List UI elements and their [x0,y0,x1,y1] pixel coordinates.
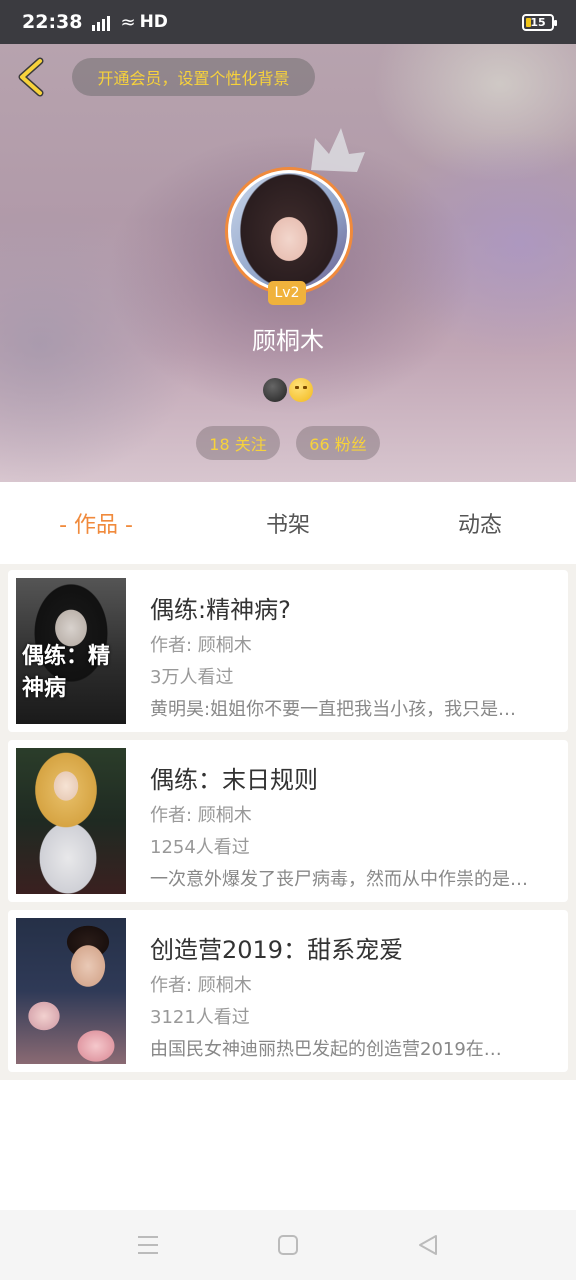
fans-count-button[interactable]: 66 粉丝 [296,426,380,460]
tab-activity[interactable]: 动态 [384,482,576,564]
vip-background-button[interactable]: 开通会员，设置个性化背景 [72,58,315,96]
status-time: 22:38 [22,11,83,33]
battery-level: 15 [530,15,546,29]
book-author: 作者: 顾桐木 [150,805,252,826]
user-badges [263,378,313,402]
book-description: 一次意外爆发了丧尸病毒，然而从中作祟的是… [150,869,528,890]
book-title: 偶练：末日规则 [150,766,318,794]
avatar-image [231,173,347,289]
book-info: 偶练：末日规则 作者: 顾桐木 1254人看过 一次意外爆发了丧尸病毒，然而从中… [150,748,560,894]
system-nav-bar [0,1210,576,1280]
avatar[interactable] [225,167,353,295]
book-views: 1254人看过 [150,837,250,858]
book-description: 由国民女神迪丽热巴发起的创造营2019在… [150,1039,502,1060]
level-badge: Lv2 [268,281,306,305]
tab-bookshelf[interactable]: 书架 [192,482,384,564]
book-cover [16,748,126,894]
back-triangle-icon [419,1235,437,1255]
status-bar: 22:38 ≈ HD 15 [0,0,576,44]
username: 顾桐木 [252,327,324,355]
book-title: 偶练:精神病? [150,596,291,624]
list-item[interactable]: 创造营2019：甜系宠爱 作者: 顾桐木 3121人看过 由国民女神迪丽热巴发起… [8,910,568,1072]
book-cover [16,918,126,1064]
menu-nav-button[interactable] [128,1225,168,1265]
book-views: 3万人看过 [150,667,234,688]
chevron-left-icon [18,57,44,97]
list-item[interactable]: 偶练：精神病 偶练:精神病? 作者: 顾桐木 3万人看过 黄明昊:姐姐你不要一直… [8,570,568,732]
menu-icon [138,1236,158,1254]
cover-title: 偶练：精神病 [22,644,111,701]
back-button[interactable] [14,57,48,97]
list-item[interactable]: 偶练：末日规则 作者: 顾桐木 1254人看过 一次意外爆发了丧尸病毒，然而从中… [8,740,568,902]
hd-label: HD [139,12,168,32]
home-nav-button[interactable] [268,1225,308,1265]
book-cover: 偶练：精神病 [16,578,126,724]
profile-header: 开通会员，设置个性化背景 Lv2 顾桐木 18 关注 66 粉丝 [0,44,576,482]
battery-icon: 15 [522,13,557,31]
works-list: 偶练：精神病 偶练:精神病? 作者: 顾桐木 3万人看过 黄明昊:姐姐你不要一直… [0,564,576,1080]
home-square-icon [278,1235,298,1255]
smile-face-icon [289,378,313,402]
profile-tabs: - 作品 - 书架 动态 [0,482,576,564]
book-title: 创造营2019：甜系宠爱 [150,936,404,964]
book-author: 作者: 顾桐木 [150,975,252,996]
following-count-button[interactable]: 18 关注 [196,426,280,460]
book-info: 创造营2019：甜系宠爱 作者: 顾桐木 3121人看过 由国民女神迪丽热巴发起… [150,918,560,1064]
signal-icon [92,13,111,31]
book-info: 偶练:精神病? 作者: 顾桐木 3万人看过 黄明昊:姐姐你不要一直把我当小孩，我… [150,578,560,724]
back-nav-button[interactable] [408,1225,448,1265]
book-views: 3121人看过 [150,1007,250,1028]
book-description: 黄明昊:姐姐你不要一直把我当小孩，我只是… [150,699,517,720]
wifi-icon: ≈ [120,11,136,33]
tab-works[interactable]: - 作品 - [0,482,192,564]
dark-face-icon [263,378,287,402]
book-author: 作者: 顾桐木 [150,635,252,656]
